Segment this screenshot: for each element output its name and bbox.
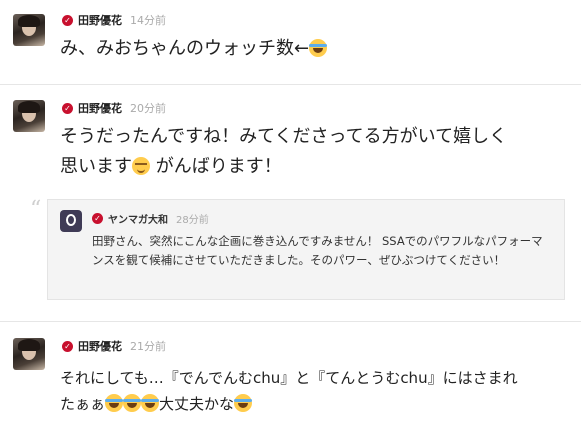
timestamp[interactable]: 14分前 [130, 12, 166, 28]
quoted-avatar[interactable] [60, 210, 82, 232]
divider [0, 84, 581, 85]
comment-feed: ✓ 田野優花 14分前 み、みおちゃんのウォッチ数← ✓ 田野優花 20分前 そ… [0, 0, 581, 427]
tears-of-joy-emoji-icon [123, 394, 142, 412]
quoted-comment[interactable]: ✓ ヤンマガ大和 28分前 田野さん、突然にこんな企画に巻き込んですみません！ … [47, 199, 565, 300]
post-text-segment: 大丈夫かな [159, 395, 235, 413]
verified-check-icon: ✓ [62, 102, 73, 114]
avatar[interactable] [13, 100, 45, 132]
post-text: そうだったんですね！みてくださってる方がいて嬉しく 思います がんばります！ [60, 122, 565, 182]
author-name[interactable]: 田野優花 [78, 12, 122, 28]
timestamp[interactable]: 21分前 [130, 338, 166, 354]
post-text-content: み、みおちゃんのウォッチ数← [60, 38, 310, 59]
verified-check-icon: ✓ [62, 14, 73, 26]
verified-check-icon: ✓ [92, 212, 103, 224]
tears-of-joy-emoji-icon [105, 394, 124, 412]
post-text-segment: たぁぁ [60, 395, 106, 413]
quoted-timestamp: 28分前 [176, 214, 209, 226]
quote-mark-icon: “ [30, 197, 42, 222]
relieved-face-emoji-icon [132, 157, 150, 175]
avatar[interactable] [13, 338, 45, 370]
post-meta: ✓ 田野優花 21分前 [62, 338, 166, 354]
author-name[interactable]: 田野優花 [78, 338, 122, 354]
timestamp[interactable]: 20分前 [130, 100, 166, 116]
quoted-text: 田野さん、突然にこんな企画に巻き込んですみません！ SSAでのパワフルなパフォー… [92, 234, 543, 267]
divider [0, 321, 581, 322]
tears-of-joy-emoji-icon [234, 394, 253, 412]
post-text: み、みおちゃんのウォッチ数← [60, 34, 565, 64]
post-meta: ✓ 田野優花 14分前 [62, 12, 166, 28]
post-text-line: そうだったんですね！みてくださってる方がいて嬉しく [60, 126, 508, 147]
post-meta: ✓ 田野優花 20分前 [62, 100, 166, 116]
verified-check-icon: ✓ [62, 340, 73, 352]
post-text-line: たぁぁ 大丈夫かな [60, 391, 565, 417]
post-text: それにしても…『でんでんむchu』と『てんとうむchu』にはさまれ たぁぁ 大丈夫… [60, 365, 565, 417]
quoted-meta: ✓ ヤンマガ大和 28分前 [92, 211, 209, 226]
post-text-segment: 思います [60, 156, 132, 177]
post-text-segment: がんばります！ [150, 156, 282, 177]
avatar[interactable] [13, 14, 45, 46]
tears-of-joy-emoji-icon [141, 394, 160, 412]
tears-of-joy-emoji-icon [309, 39, 328, 57]
post-text-line: それにしても…『でんでんむchu』と『てんとうむchu』にはさまれ [60, 369, 518, 387]
author-name[interactable]: 田野優花 [78, 100, 122, 116]
quoted-author-name[interactable]: ヤンマガ大和 [108, 211, 168, 226]
post-text-line: 思います がんばります！ [60, 152, 565, 182]
